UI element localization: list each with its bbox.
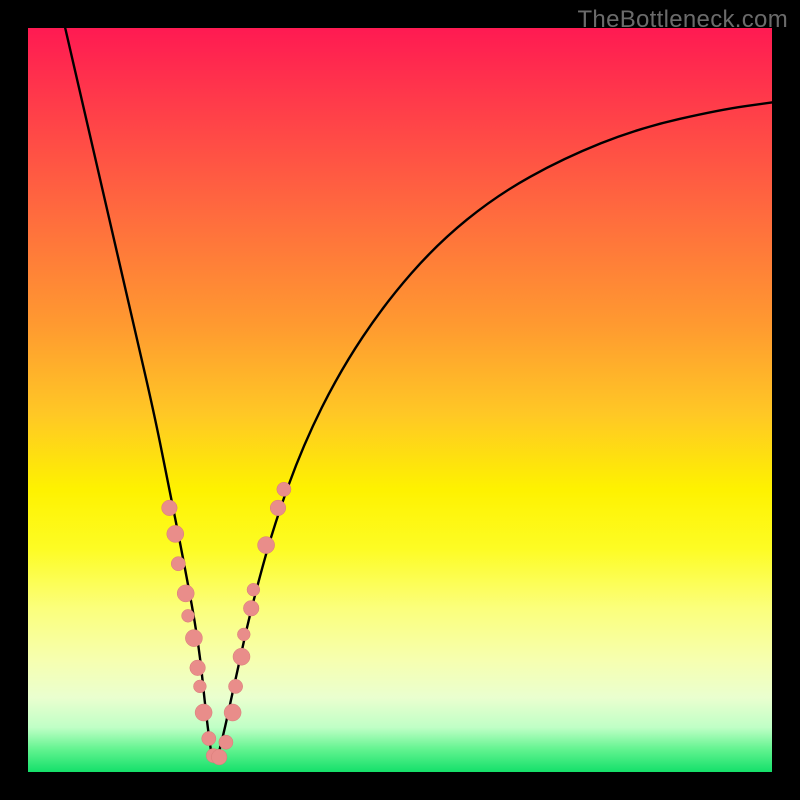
data-marker [171, 557, 185, 571]
data-marker [224, 704, 241, 721]
data-marker [233, 648, 250, 665]
data-marker [194, 680, 207, 693]
data-marker [277, 482, 291, 496]
data-marker [190, 660, 206, 676]
curve-svg [28, 28, 772, 772]
data-marker [211, 749, 227, 765]
chart-frame: TheBottleneck.com [0, 0, 800, 800]
data-marker [182, 609, 195, 622]
plot-area [28, 28, 772, 772]
bottleneck-curve [65, 28, 772, 760]
data-marker [162, 500, 178, 516]
data-marker [247, 583, 260, 596]
data-marker [243, 601, 259, 617]
watermark-text: TheBottleneck.com [577, 6, 788, 34]
data-marker [270, 500, 286, 516]
data-marker [237, 628, 250, 641]
data-marker [167, 525, 184, 542]
data-marker [177, 585, 194, 602]
data-marker [219, 735, 233, 749]
data-marker [185, 630, 202, 647]
data-marker [202, 731, 216, 745]
data-marker [229, 679, 243, 693]
data-marker [258, 537, 275, 554]
data-marker [195, 704, 212, 721]
